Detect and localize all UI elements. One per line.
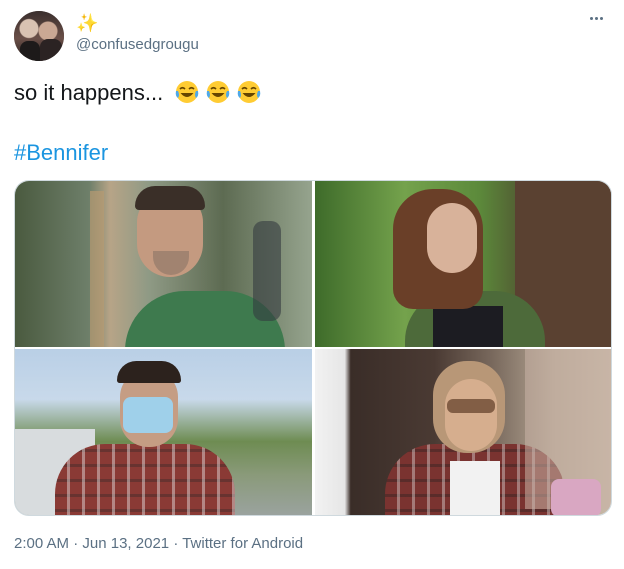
user-handle[interactable]: @confusedgrougu bbox=[76, 35, 199, 55]
meta-separator: · bbox=[73, 535, 79, 552]
photo-2[interactable] bbox=[315, 181, 611, 347]
sparkles-icon: ✨ bbox=[76, 13, 99, 33]
tweet-text: so it happens... bbox=[14, 78, 262, 108]
display-name[interactable]: ✨ bbox=[76, 13, 98, 34]
tears-of-joy-icon bbox=[236, 79, 262, 105]
tweet: ✨ @confusedgrougu so it happens... #Benn… bbox=[0, 0, 624, 569]
more-horizontal-icon bbox=[589, 16, 593, 20]
tweet-date[interactable]: Jun 13, 2021 bbox=[82, 535, 169, 552]
tears-of-joy-icon bbox=[174, 79, 200, 105]
photo-3[interactable] bbox=[15, 349, 312, 515]
more-options-button[interactable] bbox=[584, 10, 608, 26]
photo-4[interactable] bbox=[315, 349, 611, 515]
avatar[interactable] bbox=[14, 11, 64, 61]
tweet-meta: 2:00 AM · Jun 13, 2021 · Twitter for And… bbox=[14, 534, 303, 554]
media-grid bbox=[14, 180, 612, 516]
meta-separator: · bbox=[173, 535, 179, 552]
hashtag-link[interactable]: #Bennifer bbox=[14, 138, 108, 168]
tweet-source[interactable]: Twitter for Android bbox=[182, 535, 303, 552]
photo-1[interactable] bbox=[15, 181, 312, 347]
tears-of-joy-icon bbox=[205, 79, 231, 105]
tweet-time[interactable]: 2:00 AM bbox=[14, 535, 69, 552]
tweet-text-content: so it happens... bbox=[14, 80, 164, 105]
